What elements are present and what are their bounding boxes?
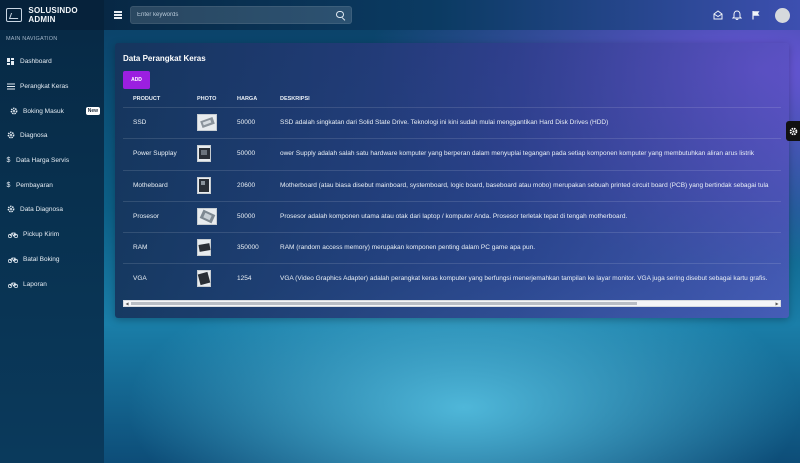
scroll-left-icon[interactable]: ◀ (124, 301, 130, 306)
sidebar-item-label: Boking Masuk (23, 107, 64, 115)
product-photo (197, 270, 211, 287)
table-row[interactable]: RAM 350000 RAM (random access memory) me… (123, 232, 781, 263)
sidebar-item-label: Laporan (23, 280, 47, 288)
flag-icon[interactable] (751, 10, 761, 20)
column-header-harga: HARGA (237, 96, 258, 102)
gear-icon (9, 107, 18, 115)
price-cell: 20600 (237, 182, 256, 189)
sidebar-item-label: Pickup Kirim (23, 230, 60, 238)
sidebar-item-boking-masuk[interactable]: Boking Masuk New (0, 103, 104, 119)
sidebar-item-label: Dashboard (20, 57, 52, 65)
settings-toggle[interactable] (786, 121, 800, 141)
table-row[interactable]: Prosesor 50000 Prosesor adalah komponen … (123, 201, 781, 232)
sidebar-item-data-diagnosa[interactable]: Data Diagnosa (0, 201, 104, 217)
table-header: PRODUCT PHOTO HARGA DESKRIPSI (123, 91, 781, 107)
list-icon (6, 83, 15, 90)
product-photo (197, 145, 211, 162)
bell-icon[interactable] (732, 10, 742, 20)
nav-header: MAIN NAVIGATION (6, 36, 58, 42)
brand-logo-icon (6, 8, 23, 22)
mail-icon[interactable] (713, 10, 723, 20)
sidebar-item-diagnosa[interactable]: Diagnosa (0, 127, 104, 143)
sidebar-item-pembayaran[interactable]: $ Pembayaran (0, 177, 104, 193)
table-row[interactable]: SSD 50000 SSD adalah singkatan dari Soli… (123, 107, 781, 138)
new-badge: New (85, 107, 100, 115)
gear-icon (789, 127, 797, 135)
dollar-icon: $ (6, 181, 11, 189)
sidebar-item-batal-boking[interactable]: Batal Boking (0, 251, 104, 267)
menu-toggle-icon[interactable] (114, 10, 122, 21)
product-cell: Motheboard (133, 182, 168, 189)
price-cell: 50000 (237, 213, 256, 220)
price-cell: 350000 (237, 244, 259, 251)
sidebar-item-perangkat-keras[interactable]: Perangkat Keras (0, 78, 104, 94)
brand-name: SOLUSINDO ADMIN (28, 6, 78, 24)
brand[interactable]: SOLUSINDO ADMIN (0, 0, 104, 30)
price-cell: 1254 (237, 275, 252, 282)
bicycle-icon (8, 281, 18, 288)
avatar[interactable] (775, 7, 790, 23)
panel-title: Data Perangkat Keras (123, 54, 206, 63)
price-cell: 50000 (237, 119, 256, 126)
price-cell: 50000 (237, 150, 256, 157)
hardware-data-panel: Data Perangkat Keras ADD PRODUCT PHOTO H… (115, 43, 789, 318)
table-row[interactable]: VGA 1254 VGA (Video Graphics Adapter) ad… (123, 263, 781, 294)
description-cell: ower Supply adalah salah satu hardware k… (280, 150, 755, 157)
top-bar: SOLUSINDO ADMIN (0, 0, 800, 30)
description-cell: VGA (Video Graphics Adapter) adalah pera… (280, 275, 768, 282)
gear-icon (6, 131, 15, 139)
dashboard-icon (6, 57, 15, 65)
sidebar-item-label: Data Harga Servis (16, 156, 70, 164)
product-cell: SSD (133, 119, 147, 126)
description-cell: Motherboard (atau biasa disebut mainboar… (280, 182, 769, 189)
sidebar-item-label: Perangkat Keras (20, 82, 69, 90)
bicycle-icon (8, 231, 18, 238)
product-photo (197, 208, 217, 225)
bicycle-icon (8, 256, 18, 263)
scrollbar-thumb[interactable] (131, 302, 637, 305)
top-right-actions (713, 0, 790, 30)
gear-icon (6, 205, 15, 213)
sidebar-item-dashboard[interactable]: Dashboard (0, 53, 104, 69)
search-box (130, 6, 352, 24)
product-cell: Prosesor (133, 213, 160, 220)
hardware-table: PRODUCT PHOTO HARGA DESKRIPSI SSD 50000 … (123, 91, 781, 311)
column-header-deskripsi: DESKRIPSI (280, 96, 310, 102)
column-header-photo: PHOTO (197, 96, 217, 102)
sidebar-item-label: Data Diagnosa (20, 205, 63, 213)
scroll-right-icon[interactable]: ▶ (774, 301, 780, 306)
product-cell: Power Supplay (133, 150, 177, 157)
sidebar-item-pickup-kirim[interactable]: Pickup Kirim (0, 226, 104, 242)
sidebar-item-label: Batal Boking (23, 255, 60, 263)
sidebar: MAIN NAVIGATION Dashboard Perangkat Kera… (0, 30, 104, 463)
horizontal-scrollbar[interactable]: ◀ ▶ (123, 300, 781, 307)
sidebar-item-data-harga-servis[interactable]: $ Data Harga Servis (0, 152, 104, 168)
description-cell: RAM (random access memory) merupakan kom… (280, 244, 536, 251)
product-cell: RAM (133, 244, 148, 251)
description-cell: Prosesor adalah komponen utama atau otak… (280, 213, 628, 220)
product-photo (197, 114, 217, 131)
search-icon[interactable] (336, 10, 345, 20)
sidebar-item-laporan[interactable]: Laporan (0, 276, 104, 292)
table-row[interactable]: Motheboard 20600 Motherboard (atau biasa… (123, 170, 781, 201)
description-cell: SSD adalah singkatan dari Solid State Dr… (280, 119, 609, 126)
column-header-product: PRODUCT (133, 96, 161, 102)
sidebar-item-label: Diagnosa (20, 131, 48, 139)
sidebar-item-label: Pembayaran (16, 181, 53, 189)
product-photo (197, 177, 211, 194)
dollar-icon: $ (6, 156, 11, 164)
product-photo (197, 239, 211, 256)
product-cell: VGA (133, 275, 147, 282)
table-row[interactable]: Power Supplay 50000 ower Supply adalah s… (123, 138, 781, 169)
search-input[interactable] (137, 12, 336, 18)
add-button[interactable]: ADD (123, 71, 150, 89)
